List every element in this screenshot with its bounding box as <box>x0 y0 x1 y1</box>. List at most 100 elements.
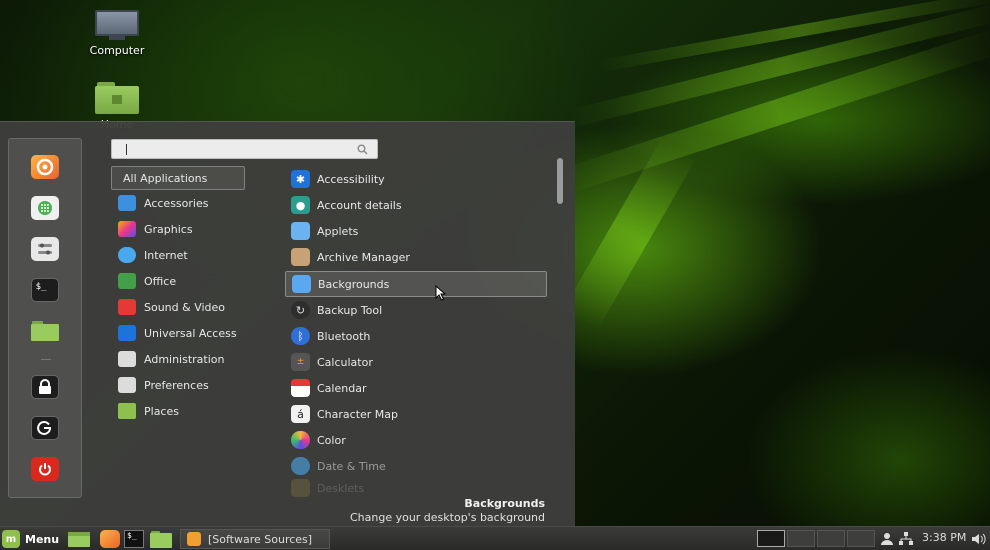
firefox-icon[interactable] <box>31 155 59 179</box>
category-label: All Applications <box>123 171 208 185</box>
office-icon <box>118 273 136 289</box>
show-desktop-icon[interactable] <box>68 530 90 548</box>
app-account-details[interactable]: ● Account details <box>285 192 547 218</box>
app-label: Desklets <box>317 481 365 495</box>
app-label: Calculator <box>317 355 373 369</box>
favorites-separator <box>41 359 51 360</box>
app-label: Archive Manager <box>317 250 410 264</box>
calendar-icon <box>291 379 310 397</box>
app-label: Color <box>317 433 346 447</box>
app-backgrounds[interactable]: Backgrounds <box>285 271 547 297</box>
app-label: Backgrounds <box>318 277 390 291</box>
workspace-4[interactable] <box>847 530 875 547</box>
account-details-icon: ● <box>291 196 310 214</box>
firefox-launcher-icon[interactable] <box>100 530 120 548</box>
desktop-icon-computer[interactable]: Computer <box>82 10 152 57</box>
scrollbar-thumb[interactable] <box>557 158 563 204</box>
category-sound-video[interactable]: Sound & Video <box>111 296 281 318</box>
accessories-icon <box>118 195 136 211</box>
administration-icon <box>118 351 136 367</box>
app-color[interactable]: Color <box>285 427 547 453</box>
selected-app-description: Change your desktop's background <box>349 511 545 524</box>
category-universal-access[interactable]: Universal Access <box>111 322 281 344</box>
lock-screen-icon[interactable] <box>31 375 59 399</box>
app-desklets[interactable]: Desklets <box>285 479 547 497</box>
calculator-icon: ± <box>291 353 310 371</box>
files-folder-icon[interactable] <box>31 319 59 343</box>
shutdown-icon[interactable] <box>31 457 59 481</box>
network-icon[interactable] <box>899 532 913 545</box>
app-label: Date & Time <box>317 459 386 473</box>
backgrounds-icon <box>292 275 311 293</box>
search-icon <box>357 144 368 155</box>
color-icon <box>291 431 310 449</box>
software-sources-icon <box>187 532 201 546</box>
app-label: Backup Tool <box>317 303 383 317</box>
software-manager-icon[interactable] <box>31 196 59 220</box>
category-label: Universal Access <box>144 326 237 340</box>
category-internet[interactable]: Internet <box>111 244 281 266</box>
app-calendar[interactable]: Calendar <box>285 375 547 401</box>
search-box[interactable] <box>111 139 378 159</box>
mint-logo-icon: m <box>2 530 20 548</box>
preferences-icon <box>118 377 136 393</box>
app-accessibility[interactable]: ✱ Accessibility <box>285 166 547 192</box>
menu-button-label: Menu <box>25 532 60 546</box>
app-archive-manager[interactable]: Archive Manager <box>285 244 547 270</box>
app-applets[interactable]: Applets <box>285 218 547 244</box>
workspace-2[interactable] <box>787 530 815 547</box>
character-map-icon: á <box>291 405 310 423</box>
app-calculator[interactable]: ± Calculator <box>285 349 547 375</box>
applets-icon <box>291 222 310 240</box>
app-label: Bluetooth <box>317 329 371 343</box>
category-accessories[interactable]: Accessories <box>111 192 281 214</box>
category-graphics[interactable]: Graphics <box>111 218 281 240</box>
mouse-pointer-icon <box>435 285 447 301</box>
home-folder-icon <box>95 82 139 114</box>
taskbar-window-software-sources[interactable]: [Software Sources] <box>180 529 330 549</box>
bluetooth-icon: ᛒ <box>291 327 310 345</box>
accessibility-icon: ✱ <box>291 170 310 188</box>
computer-icon <box>95 10 139 40</box>
category-administration[interactable]: Administration <box>111 348 281 370</box>
universal-access-icon <box>118 325 136 341</box>
menu-button[interactable]: m Menu <box>2 529 59 549</box>
favorites-sidebar: $_ <box>8 138 82 498</box>
clock[interactable]: 3:38 PM <box>922 531 966 544</box>
category-label: Accessories <box>144 196 209 210</box>
app-label: Accessibility <box>317 172 385 186</box>
terminal-icon[interactable]: $_ <box>31 278 59 302</box>
backup-tool-icon: ↻ <box>291 301 310 319</box>
category-places[interactable]: Places <box>111 400 281 422</box>
category-label: Administration <box>144 352 225 366</box>
logout-icon[interactable] <box>31 416 59 440</box>
category-label: Places <box>144 404 179 418</box>
category-office[interactable]: Office <box>111 270 281 292</box>
system-settings-icon[interactable] <box>31 237 59 261</box>
date-time-icon <box>291 457 310 475</box>
sound-video-icon <box>118 299 136 315</box>
category-label: Preferences <box>144 378 209 392</box>
selected-app-title: Backgrounds <box>464 497 545 510</box>
volume-icon[interactable] <box>972 533 986 545</box>
desklets-icon <box>291 479 310 497</box>
search-input[interactable] <box>118 142 348 157</box>
category-label: Internet <box>144 248 188 262</box>
app-list-scrollbar[interactable] <box>556 158 564 498</box>
app-bluetooth[interactable]: ᛒ Bluetooth <box>285 323 547 349</box>
category-label: Office <box>144 274 177 288</box>
app-backup-tool[interactable]: ↻ Backup Tool <box>285 297 547 323</box>
category-all-applications[interactable]: All Applications <box>111 166 245 190</box>
workspace-1[interactable] <box>757 530 785 547</box>
desktop-icon-label: Computer <box>89 44 145 57</box>
workspace-3[interactable] <box>817 530 845 547</box>
internet-icon <box>118 247 136 263</box>
terminal-launcher-icon[interactable]: $_ <box>124 530 144 548</box>
app-date-time[interactable]: Date & Time <box>285 453 547 479</box>
text-caret <box>126 144 127 155</box>
user-icon[interactable] <box>881 532 893 545</box>
bottom-panel: m Menu $_ [Software Sources] 3:38 PM <box>0 526 990 550</box>
app-character-map[interactable]: á Character Map <box>285 401 547 427</box>
category-preferences[interactable]: Preferences <box>111 374 281 396</box>
files-launcher-icon[interactable] <box>150 530 172 548</box>
